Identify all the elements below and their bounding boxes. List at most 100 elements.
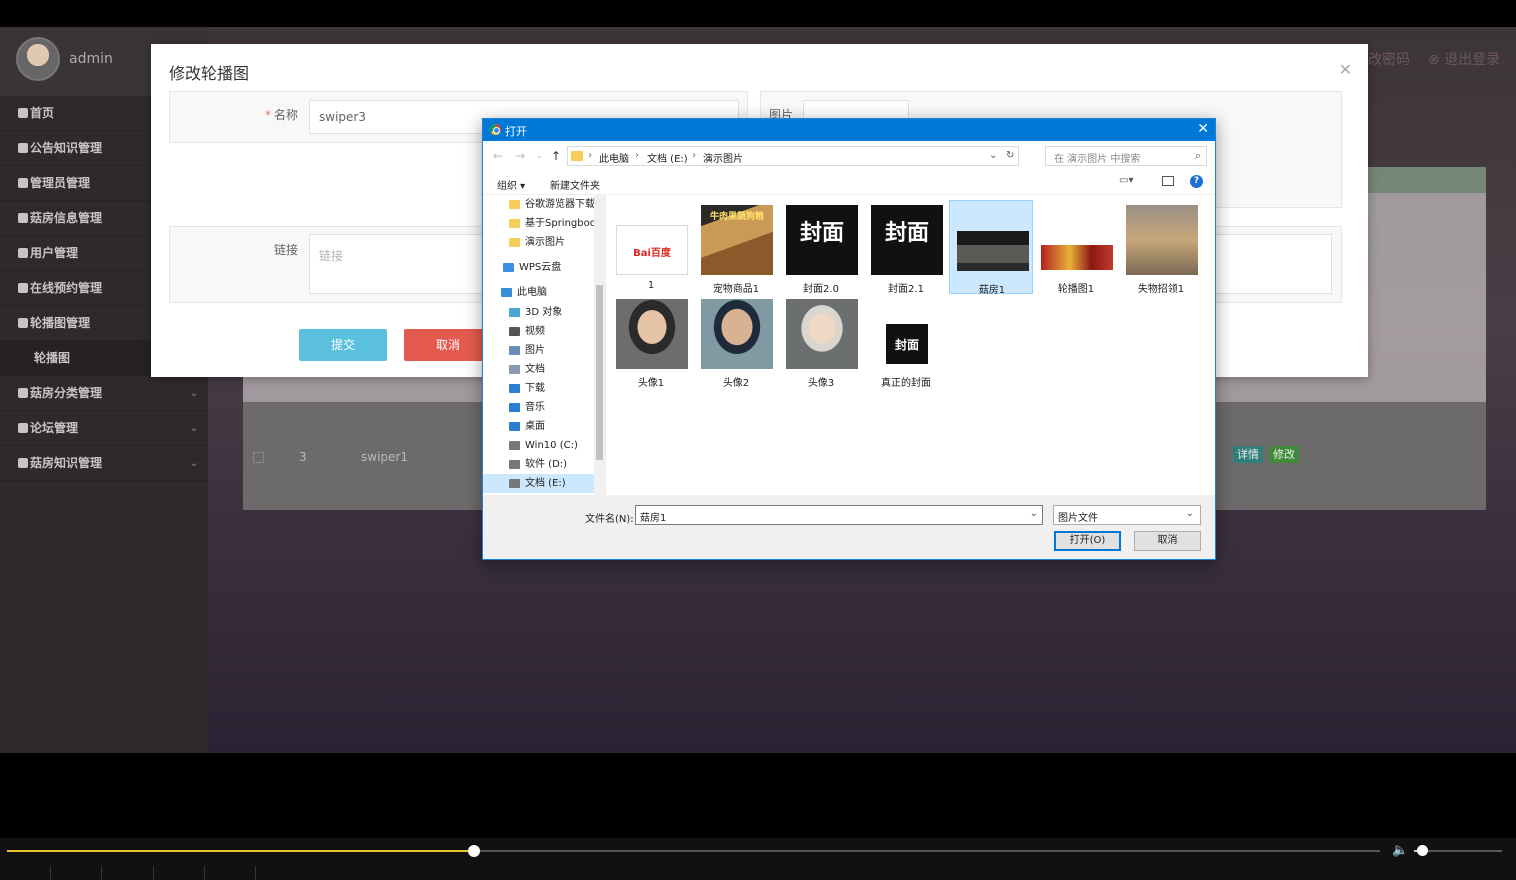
nav-item[interactable]: 基于Springboot [483, 214, 595, 233]
recent-chevron-icon[interactable]: ⌄ [536, 151, 543, 160]
file-tile[interactable]: 失物招领1 [1119, 200, 1203, 295]
filetype-select[interactable]: 图片文件 ⌄ [1053, 505, 1201, 525]
nav-item[interactable]: 谷歌游览器下载 [483, 195, 595, 214]
chevron-down-icon[interactable]: ⌄ [989, 150, 997, 161]
breadcrumb-this-pc[interactable]: 此电脑 [599, 150, 629, 165]
nav-item[interactable]: 桌面 [483, 417, 595, 436]
chevron-down-icon: ⌄ [189, 458, 198, 469]
file-thumbnail [957, 231, 1029, 271]
breadcrumb-drive-e[interactable]: 文档 (E:) [647, 150, 688, 165]
nav-item-label: 下载 [525, 383, 545, 394]
nav-scrollbar[interactable] [594, 195, 605, 495]
volume-track[interactable] [1414, 845, 1502, 856]
file-tile[interactable]: 头像3 [779, 294, 863, 389]
nav-item[interactable]: 下载 [483, 379, 595, 398]
dialog-toolbar: 组织 ▾ 新建文件夹 ▭▾ ? [483, 171, 1215, 195]
nav-item[interactable]: WPS云盘 [483, 258, 595, 277]
help-icon[interactable]: ? [1190, 175, 1203, 188]
organize-menu[interactable]: 组织 ▾ [497, 177, 525, 192]
nav-scrollbar-thumb[interactable] [596, 285, 603, 460]
nav-item[interactable]: 3D 对象 [483, 303, 595, 322]
dialog-cancel-button[interactable]: 取消 [1134, 531, 1201, 551]
refresh-icon[interactable]: ↻ [1006, 150, 1014, 161]
nav-item[interactable]: 音乐 [483, 398, 595, 417]
folder-icon [571, 151, 583, 161]
file-thumbnail [1041, 245, 1113, 270]
nav-item[interactable]: 软件 (D:) [483, 455, 595, 474]
volume-handle[interactable] [1416, 845, 1428, 856]
sidebar-item[interactable]: 菇房知识管理 ⌄ [0, 446, 208, 481]
nav-item[interactable]: Win10 (C:) [483, 436, 595, 455]
change-password-link[interactable]: 改密码 [1368, 49, 1410, 69]
name-label: * 名称 [265, 108, 299, 122]
file-tile[interactable]: 头像1 [609, 294, 693, 389]
nav-item-label: 演示图片 [525, 237, 565, 248]
nav-item-label: 3D 对象 [525, 307, 563, 318]
submit-button[interactable]: 提交 [299, 329, 387, 361]
file-tile[interactable]: 牛肉果蔬狗粮 宠物商品1 [694, 200, 778, 295]
sidebar-item-label: 公告知识管理 [30, 141, 103, 155]
breadcrumb-demo-images[interactable]: 演示图片 [703, 150, 743, 165]
chevron-down-icon: ⌄ [189, 388, 198, 399]
chevron-down-icon[interactable]: ⌄ [1030, 508, 1038, 519]
back-arrow-icon[interactable]: ← [493, 149, 503, 163]
up-arrow-icon[interactable]: ↑ [551, 149, 561, 163]
detail-button[interactable]: 详情 [1233, 446, 1263, 463]
nav-item[interactable]: 演示图片 [483, 233, 595, 252]
file-tile[interactable]: 菇房1 [949, 200, 1033, 296]
thumbnail-text: 封面 [799, 221, 844, 246]
file-tile[interactable]: 封面 真正的封面 [864, 294, 948, 389]
nav-item-label: 桌面 [525, 421, 545, 432]
logout-link[interactable]: ⊗ 退出登录 [1428, 49, 1500, 69]
file-tile[interactable]: 封面封面2.0 [779, 200, 863, 295]
drive-icon [509, 460, 520, 469]
preview-pane-icon[interactable] [1162, 176, 1174, 186]
sidebar-item[interactable]: 菇房分类管理 ⌄ [0, 376, 208, 411]
file-thumbnail: 封面 [886, 324, 928, 364]
progress-handle[interactable] [467, 845, 480, 857]
download-icon [509, 384, 520, 393]
file-thumbnail: Bai百度 [616, 225, 688, 275]
file-name: 头像3 [807, 378, 835, 389]
nav-item[interactable]: 文档 [483, 360, 595, 379]
file-tile[interactable]: 头像2 [694, 294, 778, 389]
sidebar-item-label: 轮播图 [34, 351, 71, 365]
file-tile[interactable]: 封面 封面2.1 [864, 200, 948, 295]
file-tile[interactable]: 轮播图1 [1034, 200, 1118, 295]
view-options-icon[interactable]: ▭▾ [1119, 175, 1133, 186]
player-divider [50, 866, 51, 880]
sidebar-item[interactable]: 论坛管理 ⌄ [0, 411, 208, 446]
dialog-titlebar[interactable]: 打开 ✕ [483, 119, 1215, 141]
avatar [16, 37, 60, 81]
drive-icon [509, 441, 520, 450]
dialog-title: 打开 [505, 125, 527, 138]
new-folder-button[interactable]: 新建文件夹 [550, 177, 600, 192]
menu-item-icon [18, 458, 28, 468]
file-name: 失物招领1 [1137, 284, 1185, 295]
search-input[interactable]: 在 演示图片 中搜索 ⌕ [1045, 146, 1207, 166]
cloud-icon [503, 263, 514, 272]
edit-button[interactable]: 修改 [1269, 446, 1299, 463]
file-name: 封面2.0 [803, 284, 839, 295]
nav-item[interactable]: 此电脑 [483, 283, 595, 302]
nav-item-label: 此电脑 [517, 287, 547, 298]
nav-item[interactable]: 视频 [483, 322, 595, 341]
progress-track[interactable] [7, 845, 1380, 857]
player-divider [204, 866, 205, 880]
nav-item[interactable]: 文档 (E:) [483, 474, 595, 493]
cancel-button[interactable]: 取消 [404, 329, 492, 361]
row-checkbox[interactable] [253, 452, 264, 463]
file-tile[interactable]: Bai百度 1 [609, 200, 693, 294]
sidebar-item-label: 首页 [30, 106, 55, 120]
nav-item[interactable]: 图片 [483, 341, 595, 360]
close-icon[interactable]: ✕ [1339, 60, 1352, 79]
file-thumbnail: 封面 [871, 205, 943, 275]
forward-arrow-icon[interactable]: → [515, 149, 525, 163]
address-bar[interactable]: › 此电脑 › 文档 (E:) › 演示图片 ⌄ ↻ [567, 146, 1019, 166]
filename-input[interactable]: 菇房1 ⌄ [635, 505, 1043, 525]
close-icon[interactable]: ✕ [1197, 121, 1209, 137]
volume-icon[interactable]: 🔈 [1392, 843, 1408, 858]
nav-item-label: 图片 [525, 345, 545, 356]
nav-item-label: 文档 [525, 364, 545, 375]
open-button[interactable]: 打开(O) [1054, 531, 1121, 551]
